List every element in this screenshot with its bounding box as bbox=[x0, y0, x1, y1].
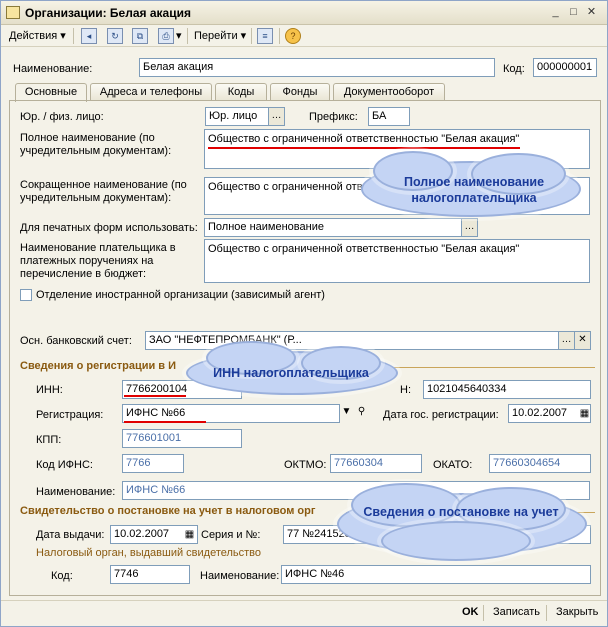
ifns-label: Код ИФНС: bbox=[36, 459, 93, 471]
prefix-input[interactable]: БА bbox=[368, 107, 410, 126]
full-name-label: Полное наименование (по учредительным до… bbox=[20, 132, 172, 157]
print-icon[interactable]: ⎙ bbox=[158, 28, 174, 44]
print-select[interactable]: Полное наименование bbox=[204, 218, 462, 237]
ok-button[interactable]: OK bbox=[462, 606, 479, 618]
inn-label: ИНН: bbox=[36, 384, 63, 396]
certificate-section-title: Свидетельство о постановке на учет в нал… bbox=[20, 505, 316, 517]
select-button[interactable]: … bbox=[461, 218, 478, 237]
foreign-label: Отделение иностранной организации (завис… bbox=[36, 289, 325, 301]
oktmo-label: ОКТМО: bbox=[284, 459, 327, 471]
regdate-label: Дата гос. регистрации: bbox=[383, 409, 499, 421]
minimize-icon[interactable]: _ bbox=[549, 6, 562, 19]
ifns-name-label: Наименование: bbox=[36, 486, 116, 498]
close-icon[interactable]: ✕ bbox=[585, 6, 598, 19]
payer-textarea[interactable]: Общество с ограниченной ответственностью… bbox=[204, 239, 590, 283]
callout-cloud bbox=[381, 521, 531, 561]
foreign-checkbox[interactable] bbox=[20, 289, 32, 301]
calendar-icon[interactable]: ▦ bbox=[183, 527, 196, 542]
ogrn-input[interactable]: 1021045640334 bbox=[423, 380, 591, 399]
copy-icon[interactable]: ⧉ bbox=[132, 28, 148, 44]
calendar-icon[interactable]: ▦ bbox=[578, 406, 591, 421]
select-button[interactable]: … bbox=[558, 331, 575, 350]
window-title: Организации: Белая акация bbox=[25, 6, 191, 20]
save-button[interactable]: Записать bbox=[493, 606, 540, 618]
cert-code-input[interactable]: 7746 bbox=[110, 565, 190, 584]
bank-label: Осн. банковский счет: bbox=[20, 335, 132, 347]
callout-certificate: Сведения о постановке на учет bbox=[363, 505, 559, 519]
tab-codes[interactable]: Коды bbox=[215, 83, 267, 101]
legal-label: Юр. / физ. лицо: bbox=[20, 111, 104, 123]
search-icon[interactable]: ⚲ bbox=[353, 404, 370, 423]
legal-input[interactable]: Юр. лицо bbox=[205, 107, 269, 126]
payer-label: Наименование плательщика в платежных пор… bbox=[20, 242, 176, 280]
toolbar: Действия ▾ ◂ ↻ ⧉ ⎙ ▾ Перейти ▾ ≡ ? bbox=[1, 25, 607, 47]
okato-label: ОКАТО: bbox=[433, 459, 473, 471]
cert-code-label: Код: bbox=[51, 570, 73, 582]
back-icon[interactable]: ◂ bbox=[81, 28, 97, 44]
tab-funds[interactable]: Фонды bbox=[270, 83, 330, 101]
kpp-input[interactable]: 776601001 bbox=[122, 429, 242, 448]
cert-name-label: Наименование: bbox=[200, 570, 280, 582]
clear-icon[interactable]: ✕ bbox=[574, 331, 591, 350]
registration-section-title: Сведения о регистрации в И bbox=[20, 360, 177, 372]
refresh-icon[interactable]: ↻ bbox=[107, 28, 123, 44]
document-icon bbox=[6, 6, 20, 19]
underline-registration bbox=[124, 421, 206, 423]
actions-menu[interactable]: Действия ▾ bbox=[9, 29, 66, 42]
tab-addresses[interactable]: Адреса и телефоны bbox=[90, 83, 212, 101]
short-name-label: Сокращенное наименование (по учредительн… bbox=[20, 179, 187, 204]
goto-menu[interactable]: Перейти ▾ bbox=[194, 29, 246, 42]
issuer-label: Налоговый орган, выдавший свидетельство bbox=[36, 547, 262, 559]
ogrn-label: Н: bbox=[400, 384, 411, 396]
series-label: Серия и №: bbox=[201, 529, 261, 541]
name-input[interactable]: Белая акация bbox=[139, 58, 495, 77]
close-button[interactable]: Закрыть bbox=[556, 606, 598, 618]
print-label: Для печатных форм использовать: bbox=[20, 222, 198, 234]
code-input[interactable]: 000000001 bbox=[533, 58, 597, 77]
oktmo-input[interactable]: 77660304 bbox=[330, 454, 422, 473]
kpp-label: КПП: bbox=[36, 434, 62, 446]
code-label: Код: bbox=[503, 63, 525, 75]
cert-name-input[interactable]: ИФНС №46 bbox=[281, 565, 591, 584]
ifns-input[interactable]: 7766 bbox=[122, 454, 184, 473]
prefix-label: Префикс: bbox=[309, 111, 358, 123]
maximize-icon[interactable]: □ bbox=[567, 6, 580, 19]
window: Организации: Белая акация _ □ ✕ Действия… bbox=[0, 0, 608, 627]
title-bar: Организации: Белая акация _ □ ✕ bbox=[1, 1, 607, 25]
underline-inn bbox=[124, 395, 186, 397]
help-icon[interactable]: ? bbox=[285, 28, 301, 44]
tab-docflow[interactable]: Документооборот bbox=[333, 83, 445, 101]
callout-full-name: Полное наименование налогоплательщика bbox=[403, 175, 545, 205]
okato-input[interactable]: 77660304654 bbox=[489, 454, 591, 473]
cert-date-label: Дата выдачи: bbox=[36, 529, 105, 541]
bottom-bar: OK Записать Закрыть bbox=[1, 600, 607, 626]
select-button[interactable]: … bbox=[268, 107, 285, 126]
registration-label: Регистрация: bbox=[36, 409, 104, 421]
list-icon[interactable]: ≡ bbox=[257, 28, 273, 44]
callout-inn: ИНН налогоплательщика bbox=[213, 366, 369, 380]
name-label: Наименование: bbox=[13, 63, 93, 75]
underline-full-name bbox=[208, 147, 520, 149]
